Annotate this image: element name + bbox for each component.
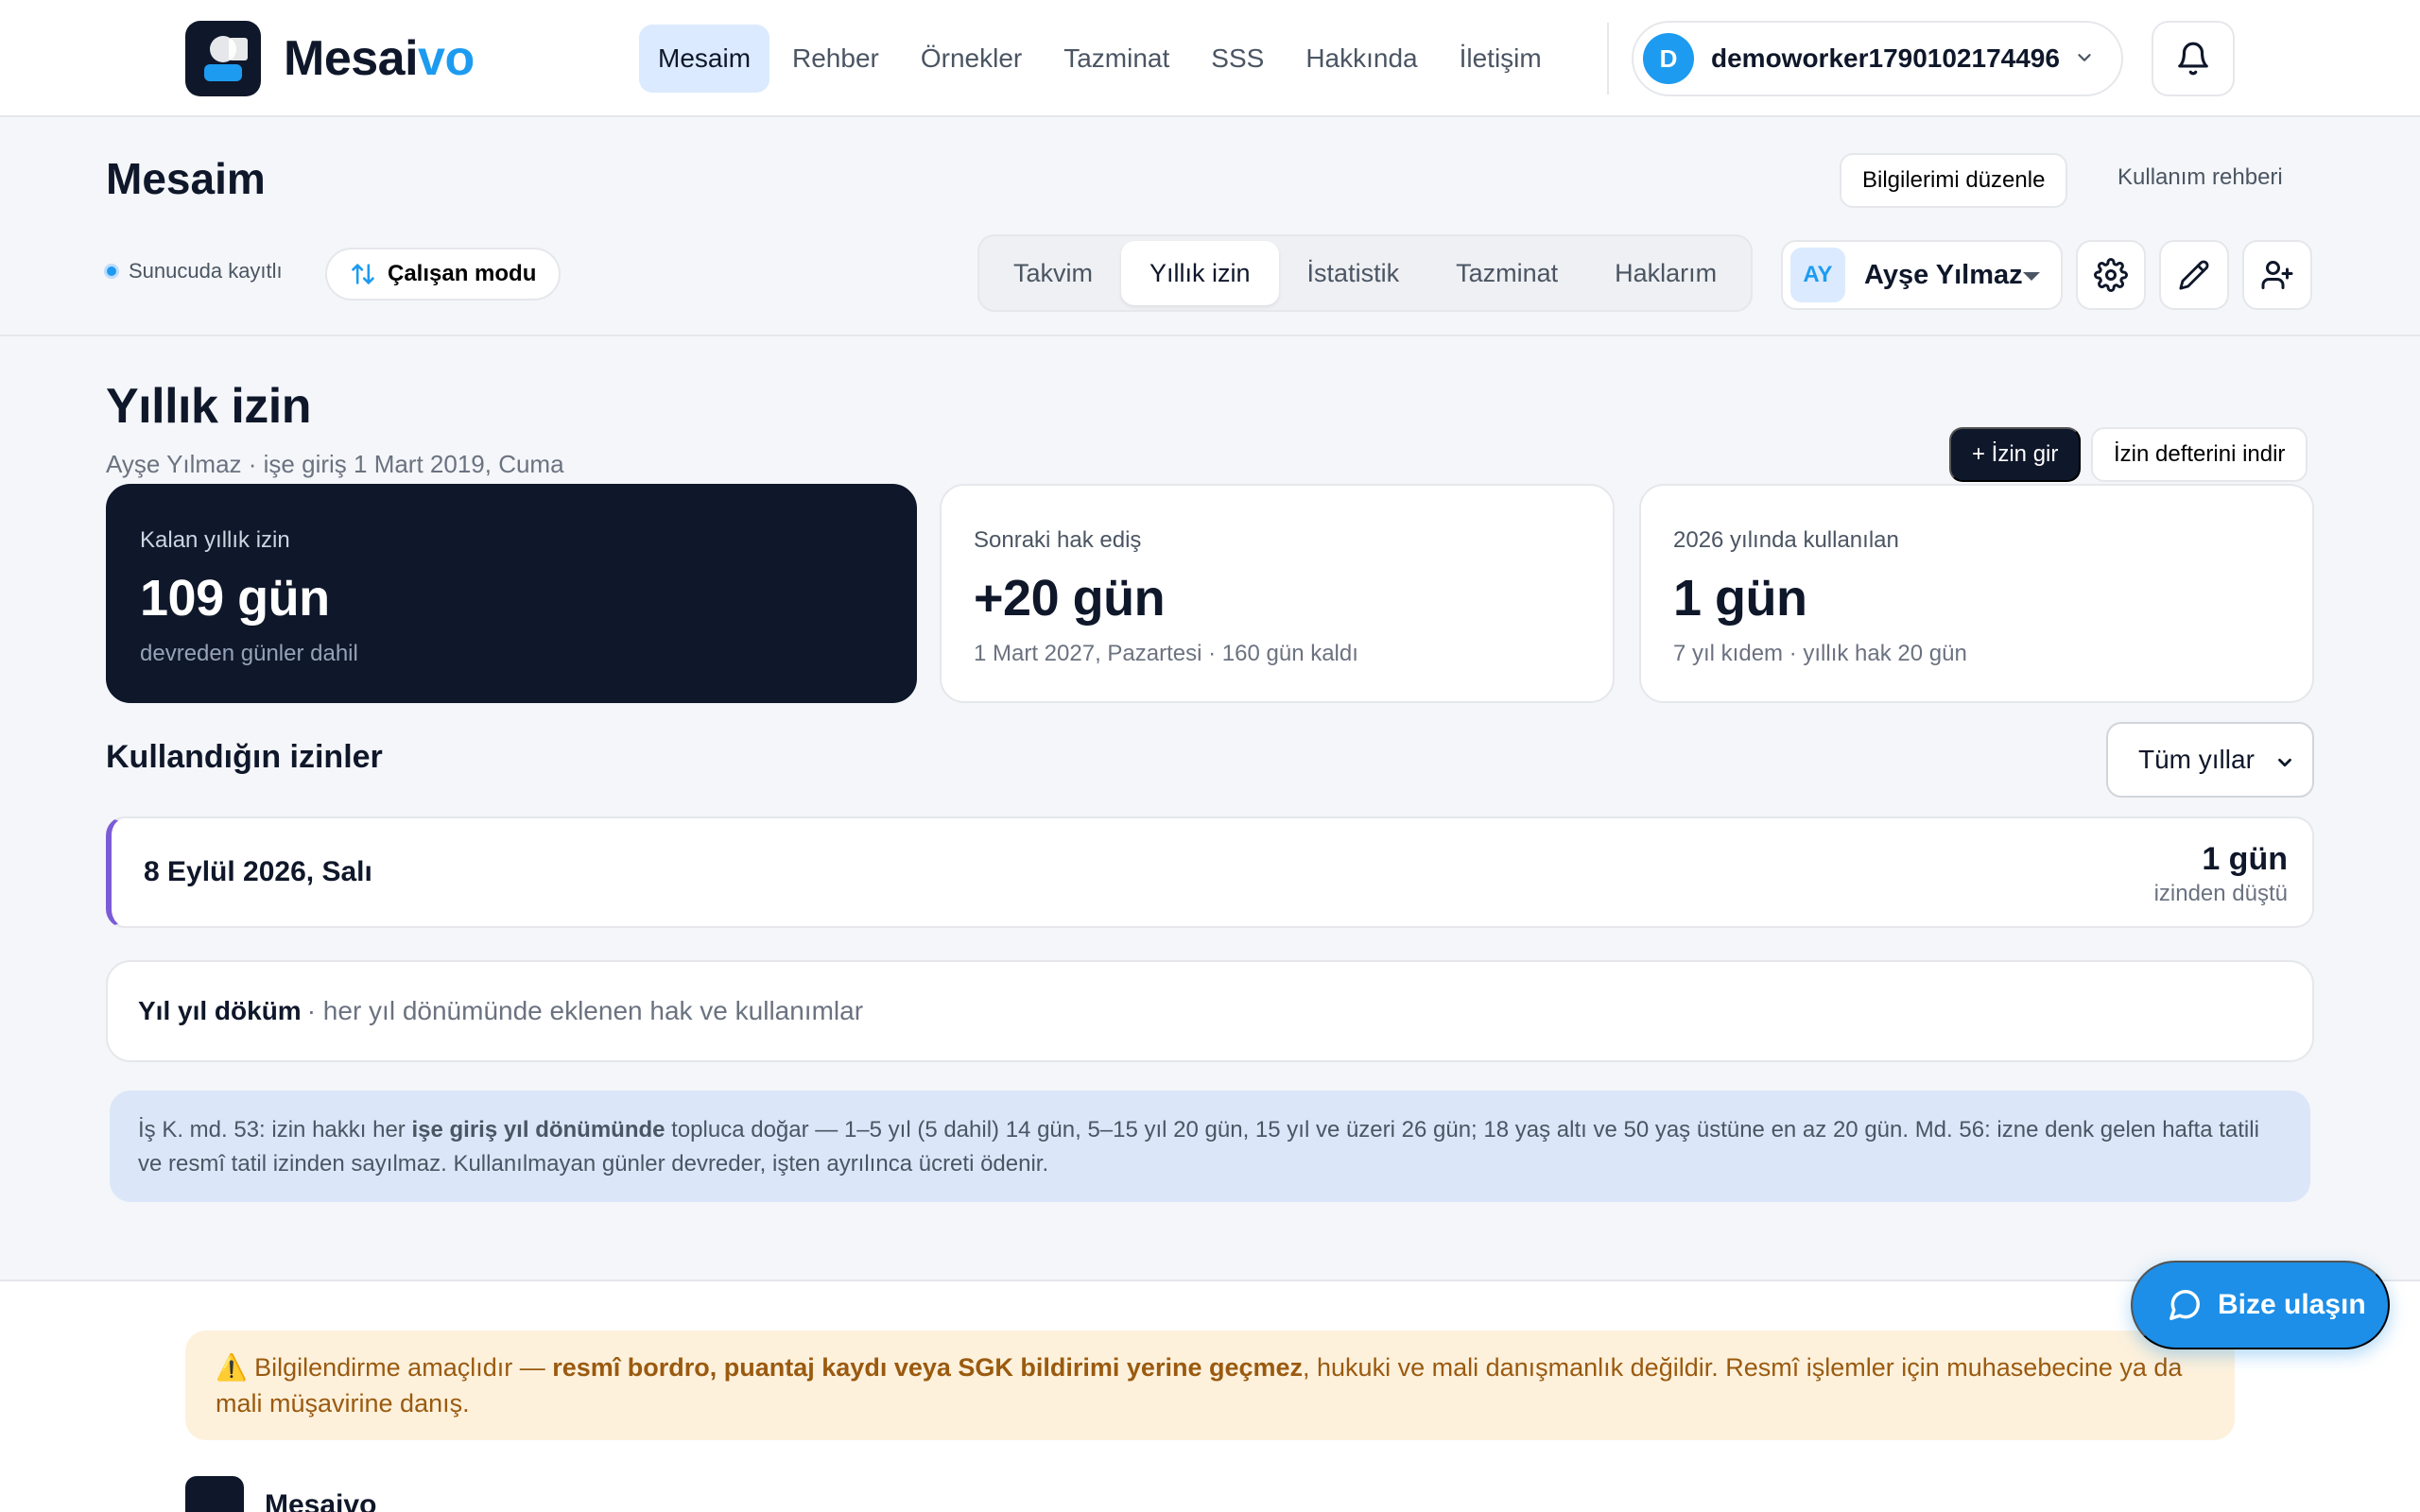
contact-us-label: Bize ulaşın: [2218, 1289, 2366, 1320]
chevron-down-icon: [2078, 54, 2091, 61]
bell-icon: [2178, 42, 2208, 76]
yearly-breakdown-toggle[interactable]: Yıl yıl döküm · her yıl dönümünde eklene…: [106, 960, 2314, 1062]
year-filter-select[interactable]: Tüm yıllar: [2106, 722, 2314, 798]
card-value: 109 gün: [140, 570, 330, 627]
card-value: +20 gün: [974, 570, 1166, 627]
used-this-year-card: 2026 yılında kullanılan 1 gün 7 yıl kıde…: [1639, 484, 2314, 703]
nav-link-rehber[interactable]: Rehber: [773, 25, 898, 93]
breakdown-description: · her yıl dönümünde eklenen hak ve kulla…: [306, 996, 864, 1025]
tab-tazminat[interactable]: Tazminat: [1427, 241, 1586, 305]
nav-divider: [1607, 23, 1609, 94]
swap-icon: [352, 264, 374, 284]
year-filter-value: Tüm yıllar: [2138, 745, 2255, 774]
nav-link-mesaim[interactable]: Mesaim: [639, 25, 770, 93]
footer-logo: [185, 1476, 244, 1512]
tab-takvim[interactable]: Takvim: [985, 241, 1121, 305]
card-label: Kalan yıllık izin: [140, 527, 290, 553]
settings-button[interactable]: [2076, 240, 2146, 310]
card-note: 7 yıl kıdem · yıllık hak 20 gün: [1673, 641, 1967, 666]
remaining-leave-card: Kalan yıllık izin 109 gün devreden günle…: [106, 484, 917, 703]
used-leaves-title: Kullandığın izinler: [106, 739, 383, 775]
nav-link-iletisim[interactable]: İletişim: [1441, 25, 1561, 93]
disclaimer-bold: resmî bordro, puantaj kaydı veya SGK bil…: [552, 1353, 1304, 1382]
breakdown-title: Yıl yıl döküm: [138, 996, 302, 1025]
nav-link-sss[interactable]: SSS: [1192, 25, 1283, 93]
brand-name-prefix: Mesai: [284, 31, 419, 86]
employee-initials: AY: [1790, 248, 1845, 302]
download-leave-book-button[interactable]: İzin defterini indir: [2091, 427, 2308, 482]
brand-name: Mesaivo: [284, 30, 475, 87]
edit-info-button[interactable]: Bilgilerimi düzenle: [1840, 153, 2068, 208]
section-subtitle: Ayşe Yılmaz · işe giriş 1 Mart 2019, Cum…: [106, 450, 564, 478]
employee-selector[interactable]: AY Ayşe Yılmaz: [1781, 240, 2063, 310]
user-menu[interactable]: D demoworker1790102174496: [1632, 21, 2123, 96]
section-title: Yıllık izin: [106, 379, 312, 434]
status-dot: [104, 264, 119, 279]
employee-name: Ayşe Yılmaz: [1864, 259, 2023, 290]
legal-info-box: İş K. md. 53: izin hakkı her işe giriş y…: [110, 1091, 2310, 1202]
dashboard-header: Mesaim Bilgilerimi düzenle Kullanım rehb…: [0, 119, 2420, 336]
brand-name-accent: vo: [418, 31, 475, 86]
legal-info-bold: işe giriş yıl dönümünde: [411, 1117, 666, 1143]
user-name: demoworker1790102174496: [1711, 43, 2060, 73]
main-nav: Mesaim Rehber Örnekler Tazminat SSS Hakk…: [639, 25, 1564, 93]
leave-date: 8 Eylül 2026, Salı: [144, 856, 372, 887]
add-leave-button[interactable]: + İzin gir: [1949, 427, 2082, 482]
add-user-icon: [2261, 261, 2293, 289]
edit-button[interactable]: [2159, 240, 2229, 310]
sync-status: Sunucuda kayıtlı: [104, 259, 283, 284]
caret-down-icon: [2023, 272, 2040, 281]
chevron-down-icon: [2278, 758, 2291, 767]
pencil-icon: [2179, 260, 2209, 290]
next-accrual-card: Sonraki hak ediş +20 gün 1 Mart 2027, Pa…: [940, 484, 1615, 703]
status-text: Sunucuda kayıtlı: [129, 259, 283, 283]
disclaimer-pre: ⚠️ Bilgilendirme amaçlıdır —: [216, 1353, 553, 1382]
brand[interactable]: Mesaivo: [185, 21, 475, 96]
nav-link-hakkinda[interactable]: Hakkında: [1287, 25, 1436, 93]
footer: ⚠️ Bilgilendirme amaçlıdır — resmî bordr…: [0, 1280, 2420, 1512]
contact-us-button[interactable]: Bize ulaşın: [2131, 1261, 2390, 1349]
leave-description: izinden düştü: [2153, 881, 2288, 906]
notifications-button[interactable]: [2152, 21, 2235, 96]
chat-icon: [2169, 1290, 2200, 1320]
employee-mode-label: Çalışan modu: [388, 261, 537, 286]
tab-istatistik[interactable]: İstatistik: [1279, 241, 1428, 305]
footer-brand-name: Mesaivo: [265, 1489, 377, 1512]
employee-mode-button[interactable]: Çalışan modu: [325, 248, 562, 301]
card-value: 1 gün: [1673, 570, 1807, 627]
legal-info-pre: İş K. md. 53: izin hakkı her: [138, 1117, 412, 1143]
disclaimer-box: ⚠️ Bilgilendirme amaçlıdır — resmî bordr…: [185, 1331, 2235, 1440]
card-note: 1 Mart 2027, Pazartesi · 160 gün kaldı: [974, 641, 1358, 666]
card-label: 2026 yılında kullanılan: [1673, 527, 1899, 553]
tab-haklarim[interactable]: Haklarım: [1586, 241, 1745, 305]
brand-logo: [185, 21, 261, 96]
user-avatar: D: [1643, 33, 1694, 84]
leave-entry[interactable]: 8 Eylül 2026, Salı 1 gün izinden düştü: [106, 816, 2314, 928]
usage-guide-link[interactable]: Kullanım rehberi: [2118, 164, 2283, 191]
page-title: Mesaim: [106, 154, 266, 203]
leave-days: 1 gün: [2202, 841, 2288, 877]
card-label: Sonraki hak ediş: [974, 527, 1142, 553]
card-note: devreden günler dahil: [140, 641, 358, 666]
top-navbar: Mesaivo Mesaim Rehber Örnekler Tazminat …: [0, 0, 2420, 117]
gear-icon: [2094, 258, 2128, 292]
section-tabs: Takvim Yıllık izin İstatistik Tazminat H…: [977, 234, 1754, 312]
add-employee-button[interactable]: [2242, 240, 2312, 310]
tab-yillik-izin[interactable]: Yıllık izin: [1121, 241, 1279, 305]
nav-link-ornekler[interactable]: Örnekler: [902, 25, 1041, 93]
nav-link-tazminat[interactable]: Tazminat: [1045, 25, 1188, 93]
footer-brand[interactable]: Mesaivo: [185, 1476, 376, 1512]
